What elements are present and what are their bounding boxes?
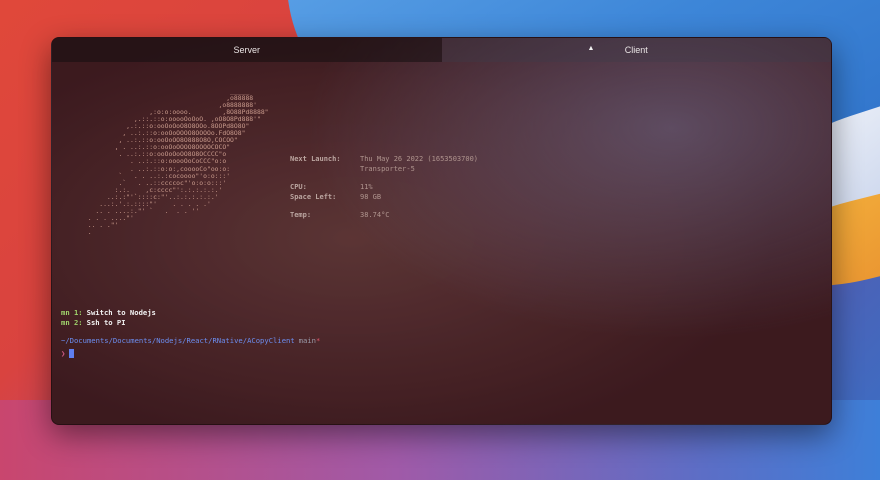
temp-value: 38.74°C bbox=[360, 211, 390, 219]
git-branch: main bbox=[298, 336, 316, 345]
menu-item-ssh[interactable]: mn 2: Ssh to PI bbox=[61, 318, 156, 328]
text-cursor[interactable] bbox=[69, 349, 75, 358]
rocket-value: Transporter-5 bbox=[360, 165, 415, 173]
git-dirty-marker: * bbox=[315, 336, 321, 345]
shell-prompt: ~/Documents/Documents/Nodejs/React/RNati… bbox=[61, 336, 320, 358]
space-label: Space Left: bbox=[290, 193, 337, 201]
input-line[interactable]: ❯ bbox=[61, 349, 320, 358]
menu-key: mn 1: bbox=[61, 308, 83, 317]
menu-key: mn 2: bbox=[61, 318, 83, 327]
tab-client[interactable]: ▲ Client bbox=[441, 38, 831, 62]
ascii-art-logo: _____ ,o88888 ,o8888888' ,:o:o:oooo. ,8O… bbox=[87, 87, 269, 236]
menu-text: Switch to Nodejs bbox=[86, 308, 156, 317]
tab-bar: Server ▲ Client bbox=[52, 38, 831, 62]
terminal-window: Server ▲ Client _____ ,o88888 ,o8888888' bbox=[51, 37, 832, 425]
cpu-label: CPU: bbox=[290, 183, 307, 191]
cpu-value: 11% bbox=[360, 183, 373, 191]
command-menu: mn 1: Switch to Nodejs mn 2: Ssh to PI bbox=[61, 308, 156, 328]
temp-label: Temp: bbox=[290, 211, 312, 219]
menu-text: Ssh to PI bbox=[86, 318, 126, 327]
menu-item-nodejs[interactable]: mn 1: Switch to Nodejs bbox=[61, 308, 156, 318]
prompt-path: ~/Documents/Documents/Nodejs/React/RNati… bbox=[61, 336, 295, 345]
prompt-chevron-icon: ❯ bbox=[61, 349, 66, 358]
next-launch-label: Next Launch: bbox=[290, 155, 341, 163]
space-value: 98 GB bbox=[360, 193, 382, 201]
tab-server[interactable]: Server bbox=[52, 38, 442, 62]
bell-indicator-icon: ▲ bbox=[587, 45, 595, 52]
tab-server-label: Server bbox=[233, 45, 260, 55]
prompt-line: ~/Documents/Documents/Nodejs/React/RNati… bbox=[61, 336, 320, 345]
next-launch-value: Thu May 26 2022 (1653503700) bbox=[360, 155, 479, 163]
tab-client-label: Client bbox=[624, 45, 648, 55]
